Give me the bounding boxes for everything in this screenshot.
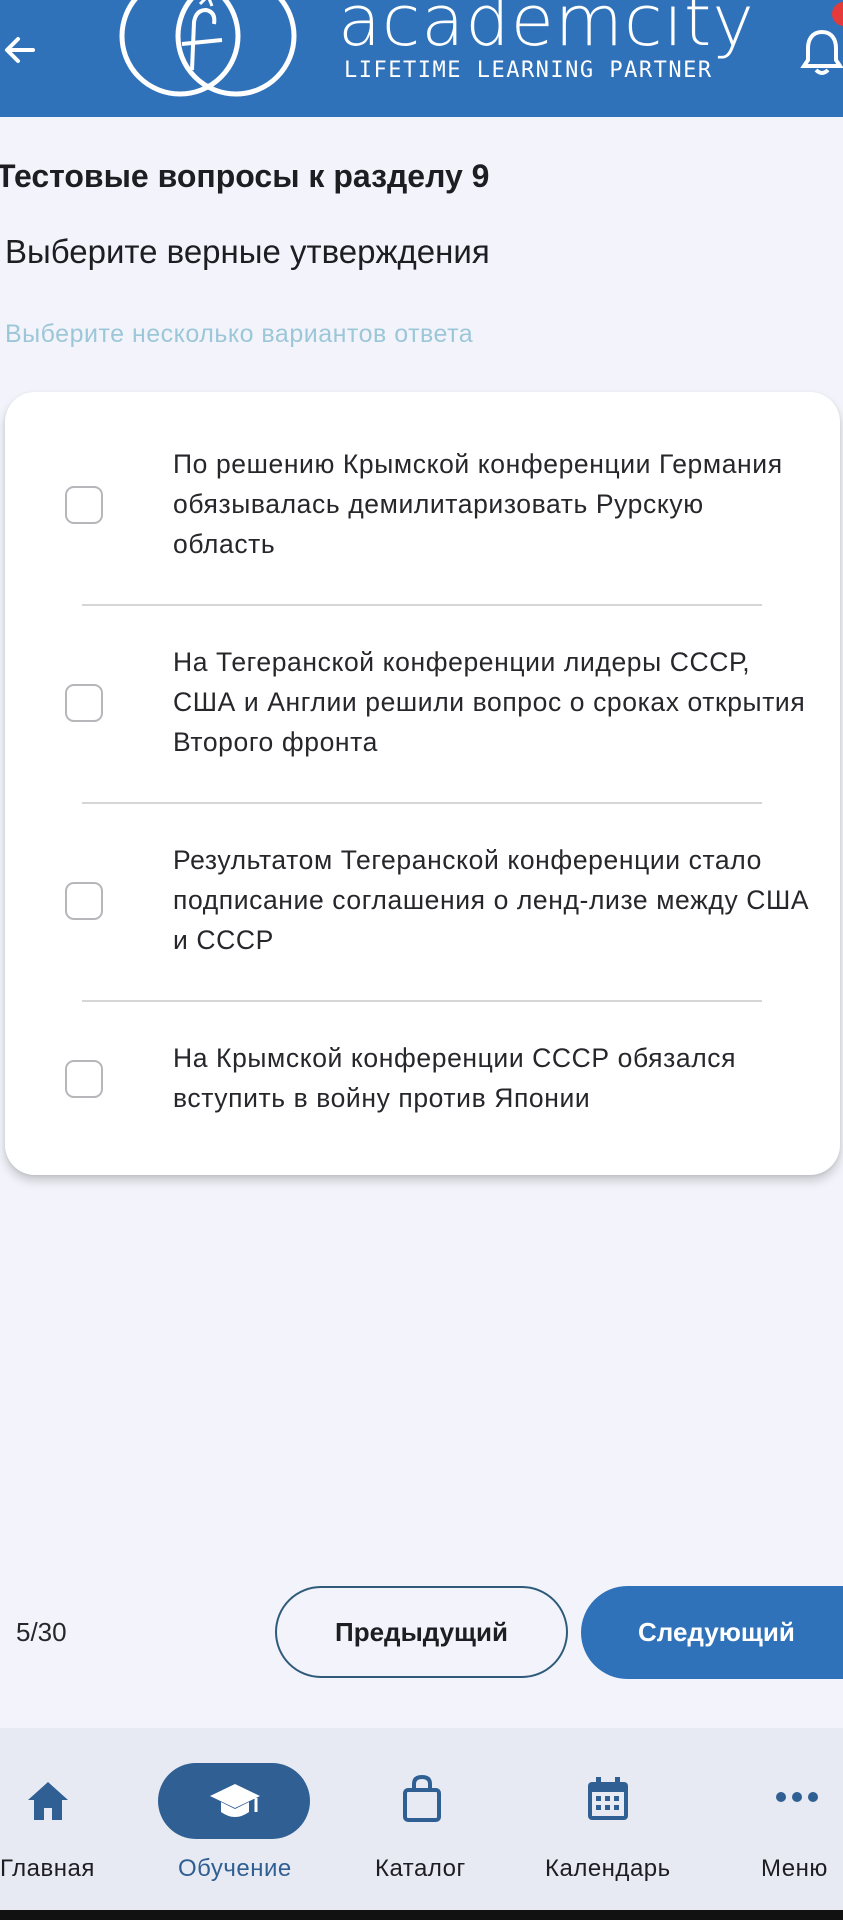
home-icon	[28, 1782, 68, 1820]
question-text: Выберите верные утверждения	[5, 233, 490, 270]
more-horizontal-icon	[776, 1792, 818, 1802]
answer-option-4[interactable]: На Крымской конференции СССР обязался вс…	[5, 1038, 840, 1120]
calendar-icon	[588, 1777, 628, 1820]
option-text: На Крымской конференции СССР обязался вс…	[173, 1043, 737, 1113]
next-button[interactable]: Следующий	[581, 1586, 843, 1679]
option-text: По решению Крымской конференции Германия…	[173, 449, 783, 559]
system-bar	[0, 1910, 843, 1920]
arrow-left-icon	[5, 37, 35, 63]
app-header: academcity LIFETIME LEARNING PARTNER	[0, 0, 843, 117]
options-card: По решению Крымской конференции Германия…	[5, 392, 840, 1175]
divider	[82, 1000, 762, 1002]
nav-item-home[interactable]: Главная	[0, 1728, 120, 1910]
bell-icon[interactable]	[800, 22, 843, 78]
answer-option-1[interactable]: По решению Крымской конференции Германия…	[5, 444, 840, 564]
bottom-navigation: Главная Обучение Каталог Календарь Меню	[0, 1728, 843, 1910]
nav-label: Меню	[761, 1855, 828, 1882]
brand-name: academcity	[338, 0, 755, 62]
option-text: Результатом Тегеранской конференции стал…	[173, 845, 810, 955]
answer-option-2[interactable]: На Тегеранской конференции лидеры СССР, …	[5, 642, 840, 762]
checkbox[interactable]	[65, 882, 103, 920]
answer-hint: Выберите несколько вариантов ответа	[5, 320, 474, 348]
divider	[82, 802, 762, 804]
question-counter: 5/30	[16, 1617, 67, 1647]
checkbox[interactable]	[65, 486, 103, 524]
academcity-logo-icon	[119, 0, 297, 97]
nav-label: Обучение	[178, 1855, 292, 1882]
nav-label: Каталог	[375, 1855, 466, 1882]
checkbox[interactable]	[65, 684, 103, 722]
checkbox[interactable]	[65, 1060, 103, 1098]
back-button[interactable]	[0, 22, 40, 78]
shopping-bag-icon	[403, 1774, 441, 1822]
nav-item-catalog[interactable]: Каталог	[360, 1728, 480, 1910]
nav-label: Календарь	[545, 1855, 671, 1882]
option-text: На Тегеранской конференции лидеры СССР, …	[173, 647, 806, 757]
section-title: Тестовые вопросы к разделу 9	[0, 158, 490, 194]
nav-item-calendar[interactable]: Календарь	[535, 1728, 685, 1910]
nav-label: Главная	[0, 1855, 95, 1882]
divider	[82, 604, 762, 606]
nav-item-learning[interactable]: Обучение	[150, 1728, 320, 1910]
answer-option-3[interactable]: Результатом Тегеранской конференции стал…	[5, 840, 840, 960]
previous-button[interactable]: Предыдущий	[275, 1586, 568, 1678]
nav-item-menu[interactable]: Меню	[745, 1728, 843, 1910]
brand-tagline: LIFETIME LEARNING PARTNER	[344, 58, 713, 83]
graduation-cap-icon	[210, 1784, 260, 1817]
